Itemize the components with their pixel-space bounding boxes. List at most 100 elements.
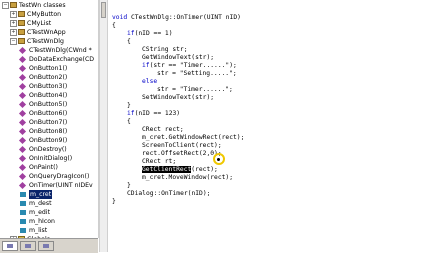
class-icon	[18, 11, 25, 17]
code-line: }	[127, 182, 131, 190]
member-icon	[20, 201, 26, 206]
method-icon	[18, 136, 27, 145]
tree-item-label: m_cret	[29, 190, 53, 199]
method-icon	[18, 127, 27, 136]
code-text: m_cret.MoveWindow(rect);	[142, 174, 233, 181]
class-view-pane: − TestWn classes + CMyButton + CMyList + CTestW…	[0, 0, 99, 238]
tree-item-label: CTestWnApp	[27, 29, 66, 36]
code-text: CString str;	[142, 46, 188, 53]
tree-item-label: OnButton3()	[29, 83, 68, 90]
code-text: {	[127, 38, 131, 45]
tree-item-label: OnTimer(UINT nIDEv	[29, 182, 93, 189]
tree-item-label: TestWn classes	[19, 2, 66, 9]
member-icon	[20, 219, 26, 224]
expand-icon[interactable]: +	[10, 20, 17, 27]
method-icon	[18, 118, 27, 127]
code-line: }	[127, 102, 131, 110]
code-text: GetWindowText(str);	[142, 54, 215, 61]
member-icon	[20, 228, 26, 233]
method-icon	[18, 109, 27, 118]
tree-item-label: CTestWnDlg(CWnd *	[29, 47, 92, 54]
tree-item-label: OnPaint()	[29, 164, 58, 171]
tree-item-label: m_hIcon	[29, 218, 55, 225]
code-line: CString str;	[142, 46, 188, 54]
code-line: m_cret.GetWindowRect(rect);	[142, 134, 244, 142]
method-icon	[18, 145, 27, 154]
code-text: CTestWnDlg::OnTimer(UINT nID)	[127, 14, 241, 21]
code-line: {	[112, 22, 116, 30]
tree-item-label: m_list	[29, 227, 48, 234]
class-view-tab-icon	[7, 244, 13, 248]
code-line: rect.OffsetRect(2,0);	[142, 150, 222, 158]
code-line: }	[112, 198, 116, 206]
code-text: ScreenToClient(rect);	[142, 142, 222, 149]
mouse-cursor-icon	[217, 158, 220, 161]
code-text: {	[112, 22, 116, 29]
method-icon	[18, 73, 27, 82]
tree-item-label: OnDestroy()	[29, 146, 67, 153]
method-icon	[18, 100, 27, 109]
tree-item-label: OnButton9()	[29, 137, 68, 144]
tree-item-label: OnButton1()	[29, 65, 68, 72]
tree-item-label: DoDataExchange(CD	[29, 56, 95, 63]
method-icon	[18, 154, 27, 163]
code-line: str = "Setting.....";	[157, 70, 237, 78]
code-line: if(nID == 1)	[127, 30, 173, 38]
code-text: CRect rect;	[142, 126, 184, 133]
tree-item-label: OnButton5()	[29, 101, 68, 108]
class-view-tab[interactable]	[2, 241, 18, 251]
code-keyword: void	[112, 14, 128, 21]
tree-item-label: m_edit	[29, 209, 51, 216]
class-icon	[18, 29, 25, 35]
expand-icon[interactable]: +	[10, 11, 17, 18]
code-text: rect.OffsetRect(2,0);	[142, 150, 222, 157]
code-line: void CTestWnDlg::OnTimer(UINT nID)	[112, 14, 241, 22]
member-icon	[20, 210, 26, 215]
tree-item-label: CTestWnDlg	[27, 38, 64, 45]
method-icon	[18, 91, 27, 100]
code-text: str = "Setting.....";	[157, 70, 237, 77]
code-line: if(nID == 123)	[127, 110, 180, 118]
code-selection: GetClientRect	[142, 166, 192, 173]
code-text: str = "Timer......";	[157, 86, 233, 93]
file-view-tab[interactable]	[38, 241, 54, 251]
collapse-icon[interactable]: −	[10, 38, 17, 45]
code-text: }	[127, 102, 131, 109]
code-keyword: if	[142, 62, 150, 69]
resource-view-tab[interactable]	[20, 241, 36, 251]
code-text: (str == "Timer......");	[149, 62, 237, 69]
code-editor[interactable]: void CTestWnDlg::OnTimer(UINT nID){if(nI…	[108, 0, 448, 252]
code-text: }	[127, 182, 131, 189]
tree-item-label: OnInitDialog()	[29, 155, 73, 162]
code-line: str = "Timer......";	[157, 86, 233, 94]
expand-icon[interactable]: +	[10, 29, 17, 36]
class-icon	[18, 20, 25, 26]
code-text: {	[127, 118, 131, 125]
tree-item-label: CMyButton	[27, 11, 62, 18]
pane-scrollbar[interactable]	[99, 0, 108, 252]
method-icon	[18, 82, 27, 91]
collapse-icon[interactable]: −	[2, 2, 9, 9]
code-line: else	[142, 78, 157, 86]
method-icon	[18, 55, 27, 64]
code-line: SetWindowText(str);	[142, 94, 214, 102]
tree-item-label: OnButton6()	[29, 110, 68, 117]
code-line: m_cret.MoveWindow(rect);	[142, 174, 233, 182]
scrollbar-thumb[interactable]	[101, 2, 106, 18]
tree-item-label: OnQueryDragIcon()	[29, 173, 90, 180]
code-text: (rect);	[191, 166, 218, 173]
method-icon	[18, 46, 27, 55]
code-line: CRect rect;	[142, 126, 184, 134]
member-icon	[20, 192, 26, 197]
classes-root-icon	[10, 2, 17, 8]
tree-item-label: OnButton8()	[29, 128, 68, 135]
class-icon	[18, 38, 25, 44]
tree-item-label: CMyList	[27, 20, 52, 27]
code-text: m_cret.GetWindowRect(rect);	[142, 134, 245, 141]
code-text: (nID == 123)	[134, 110, 181, 117]
code-text: (nID == 1)	[134, 30, 173, 37]
tree-item-label: OnButton7()	[29, 119, 68, 126]
method-icon	[18, 64, 27, 73]
method-icon	[18, 163, 27, 172]
workspace-tab-strip	[0, 238, 98, 253]
